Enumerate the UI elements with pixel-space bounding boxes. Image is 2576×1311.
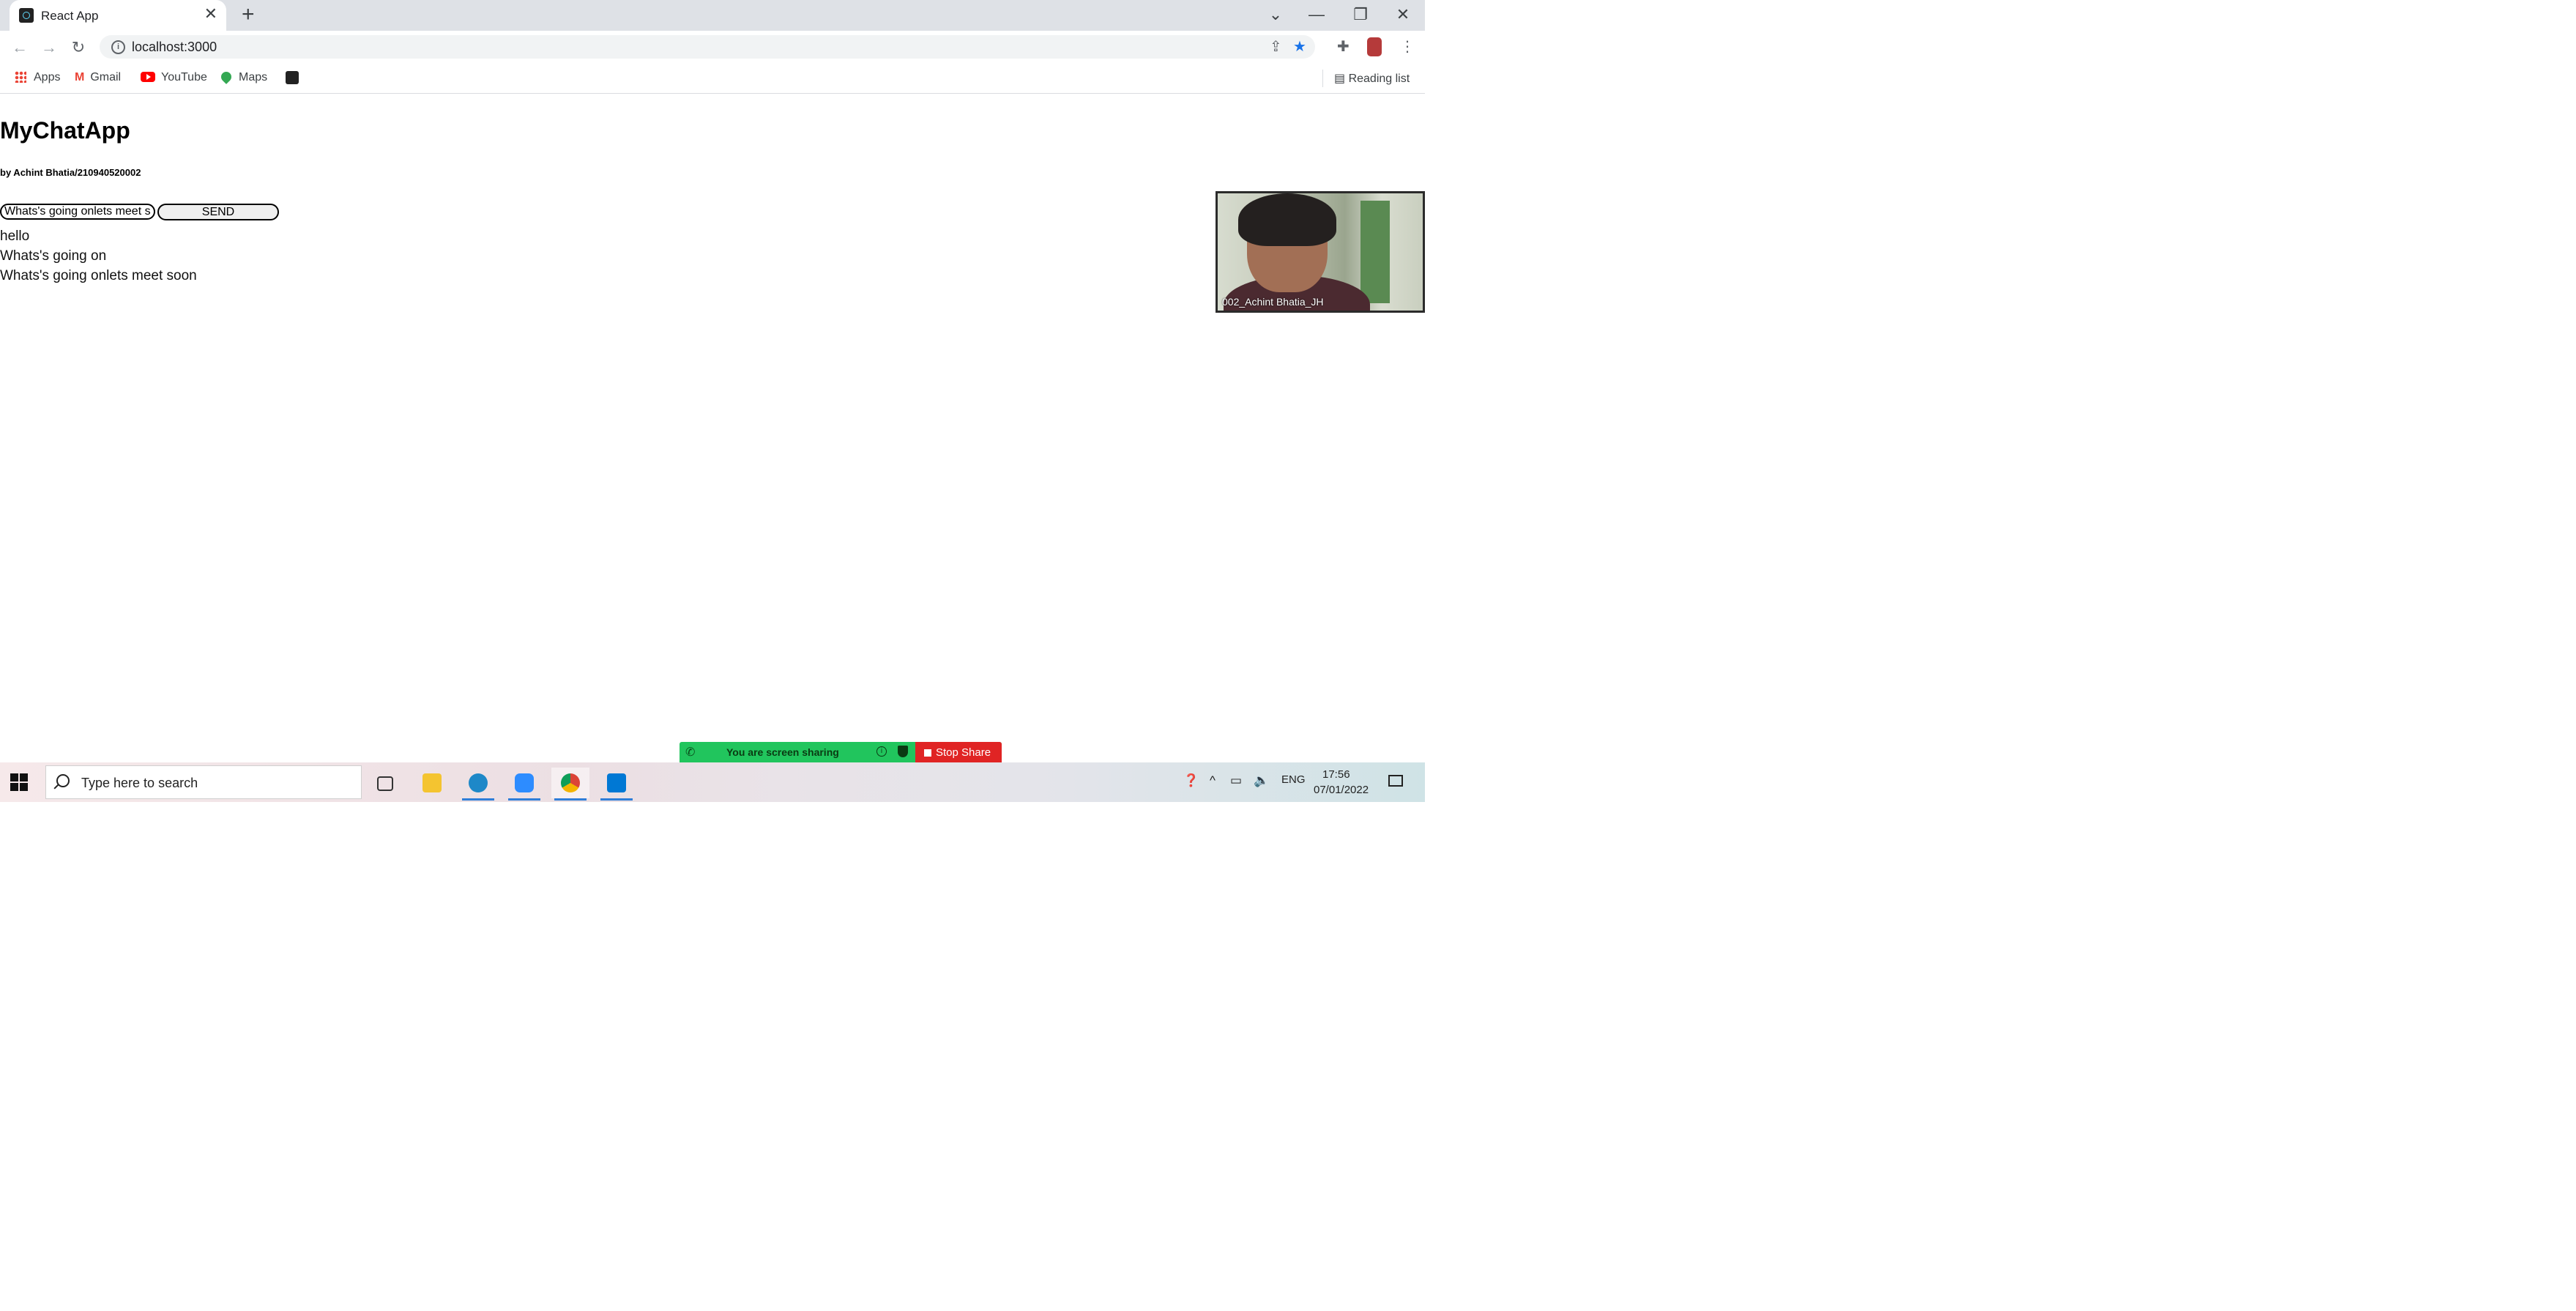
profile-avatar[interactable] (1367, 37, 1382, 56)
video-person (1238, 193, 1336, 246)
volume-icon[interactable]: 🔈 (1254, 773, 1269, 788)
reading-list-label: Reading list (1348, 73, 1410, 85)
restore-button[interactable]: ❐ (1340, 1, 1381, 28)
vscode-icon[interactable] (598, 768, 636, 801)
send-button[interactable]: SEND (157, 204, 279, 220)
site-info-icon[interactable]: i (111, 40, 125, 54)
bookmark-star-icon[interactable]: ★ (1293, 39, 1306, 55)
url-text[interactable]: localhost:3000 (132, 40, 217, 55)
reading-list-icon: ▤ (1334, 73, 1349, 85)
help-icon[interactable]: ❓ (1183, 773, 1199, 788)
shield-icon (898, 746, 908, 757)
reload-icon[interactable]: ↻ (67, 37, 89, 59)
stop-share-label: Stop Share (936, 746, 991, 759)
close-window-button[interactable]: ✕ (1382, 1, 1423, 28)
share-icon[interactable]: ⇪ (1270, 39, 1282, 55)
windows-start-icon[interactable] (10, 773, 28, 791)
bookmark-youtube[interactable]: YouTube (141, 71, 207, 84)
stop-share-button[interactable]: Stop Share (915, 742, 1002, 762)
reading-list-button[interactable]: ▤ Reading list (1334, 71, 1410, 86)
taskbar-search[interactable]: Type here to search (45, 765, 362, 799)
notification-icon[interactable] (1388, 775, 1403, 787)
battery-icon[interactable]: ▭ (1230, 773, 1242, 788)
task-view-icon[interactable] (366, 768, 404, 798)
zoom-icon[interactable] (505, 768, 543, 801)
screen: React App ✕ + ⌄ — ❐ ✕ ← → ↻ i localhost:… (0, 0, 1425, 802)
browser-toolbar: ← → ↻ i localhost:3000 ⇪ ★ ✚ ⋮ (0, 31, 1425, 64)
bookmarks-divider (1322, 70, 1323, 87)
author-byline: by Achint Bhatia/210940520002 (0, 167, 141, 178)
tab-search-icon[interactable]: ⌄ (1255, 1, 1296, 28)
phone-icon: ✆ (685, 746, 696, 759)
bookmark-label: Gmail (90, 71, 122, 83)
stop-icon (924, 749, 931, 757)
bookmark-label: Apps (34, 71, 61, 83)
tab-close-icon[interactable]: ✕ (204, 6, 217, 22)
forward-icon[interactable]: → (38, 37, 60, 59)
extensions-icon[interactable]: ✚ (1337, 38, 1350, 56)
search-icon (56, 774, 70, 787)
youtube-icon (141, 72, 155, 82)
bookmark-label: Maps (239, 71, 268, 83)
browser-menu-icon[interactable]: ⋮ (1400, 38, 1415, 56)
back-icon[interactable]: ← (9, 37, 31, 59)
message-input[interactable] (0, 204, 155, 220)
tab-title: React App (41, 9, 99, 23)
clock-time[interactable]: 17:56 (1322, 768, 1350, 781)
video-background (1360, 201, 1390, 303)
chrome-icon[interactable] (551, 768, 589, 801)
page-content: MyChatApp by Achint Bhatia/210940520002 … (0, 94, 1425, 762)
chevron-up-icon[interactable]: ^ (1210, 773, 1216, 788)
react-favicon-icon (19, 8, 34, 23)
apps-grid-icon (15, 71, 26, 83)
message-item: hello (0, 229, 30, 244)
bookmark-react-icon[interactable] (286, 71, 299, 84)
search-placeholder: Type here to search (81, 776, 198, 790)
message-list: hello Whats's going on Whats's going onl… (0, 226, 197, 286)
windows-taskbar: Type here to search ❓ ^ ▭ 🔈 ENG 17:56 07… (0, 762, 1425, 802)
address-bar[interactable]: i localhost:3000 ⇪ ★ (100, 35, 1315, 59)
maps-icon (219, 70, 234, 84)
message-item: Whats's going on (0, 248, 107, 264)
info-icon[interactable]: i (876, 746, 887, 757)
browser-tab-strip: React App ✕ + ⌄ — ❐ ✕ (0, 0, 1425, 31)
edge-icon[interactable] (459, 768, 497, 801)
zoom-video-thumbnail[interactable]: 002_Achint Bhatia_JH (1216, 191, 1425, 313)
clock-date[interactable]: 07/01/2022 (1314, 784, 1369, 796)
screen-share-bar[interactable]: ✆ You are screen sharing i Stop Share (680, 742, 1002, 762)
page-title: MyChatApp (0, 117, 130, 144)
bookmark-gmail[interactable]: M Gmail (75, 71, 121, 84)
bookmarks-bar: Apps M Gmail YouTube Maps ▤ Reading list (0, 64, 1425, 94)
bookmark-label: YouTube (161, 71, 207, 83)
new-tab-button[interactable]: + (242, 4, 255, 26)
bookmark-apps[interactable]: Apps (15, 71, 60, 84)
minimize-button[interactable]: — (1296, 1, 1337, 28)
gmail-icon: M (75, 71, 85, 83)
message-item: Whats's going onlets meet soon (0, 268, 197, 283)
language-indicator[interactable]: ENG (1281, 773, 1306, 786)
tab-react-app[interactable]: React App ✕ (10, 0, 226, 31)
participant-name: 002_Achint Bhatia_JH (1222, 296, 1324, 308)
bookmark-maps[interactable]: Maps (219, 70, 268, 84)
share-status: You are screen sharing (726, 746, 839, 758)
file-explorer-icon[interactable] (413, 768, 451, 798)
